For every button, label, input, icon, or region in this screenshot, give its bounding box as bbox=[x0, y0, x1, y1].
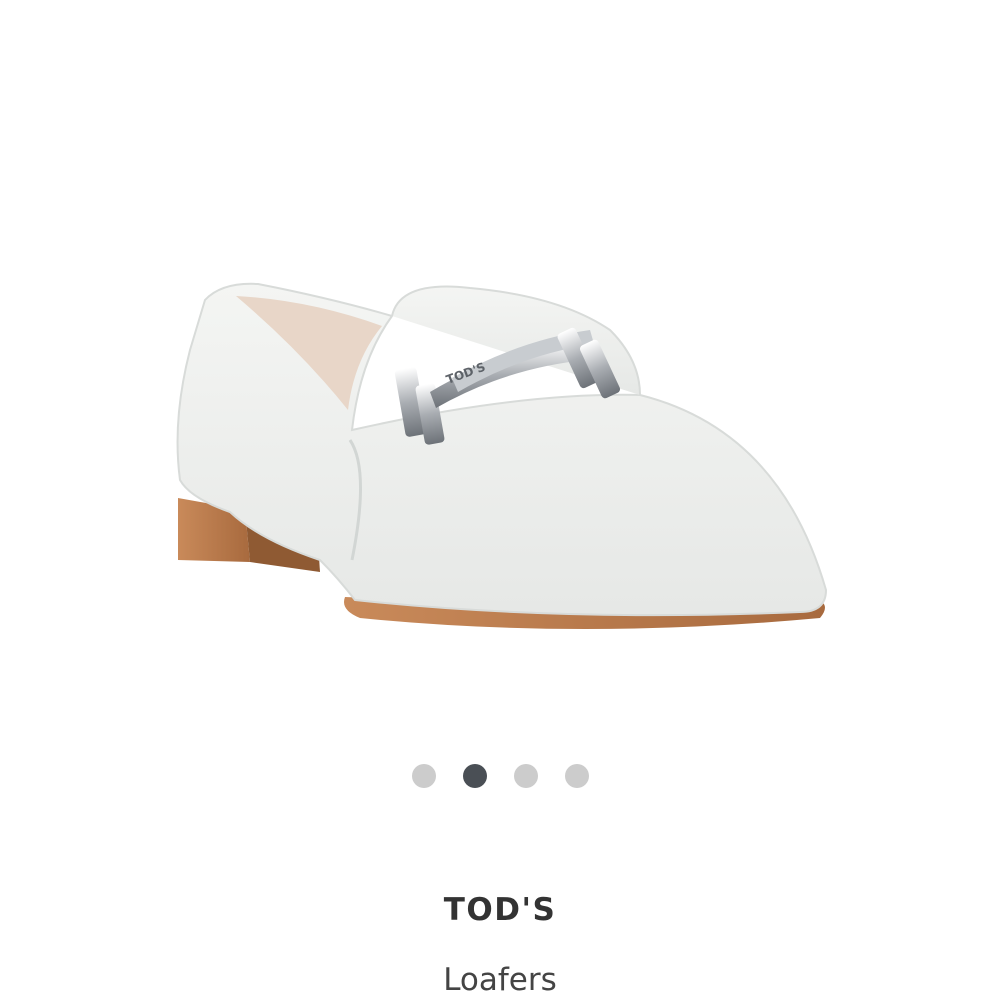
carousel-dot-2-active[interactable] bbox=[462, 764, 487, 788]
carousel-pagination bbox=[0, 764, 1000, 790]
loafer-illustration: TOD'S bbox=[176, 282, 828, 629]
carousel-dot-1[interactable] bbox=[411, 764, 436, 788]
product-image[interactable]: TOD'S bbox=[0, 0, 1000, 730]
product-category: Loafers bbox=[443, 962, 557, 998]
carousel-dot-4[interactable] bbox=[564, 764, 589, 788]
carousel-dot-3[interactable] bbox=[513, 764, 538, 788]
brand-name[interactable]: TOD'S bbox=[0, 892, 1000, 928]
product-page: TOD'S TOD'S Loafers bbox=[0, 0, 1000, 1000]
